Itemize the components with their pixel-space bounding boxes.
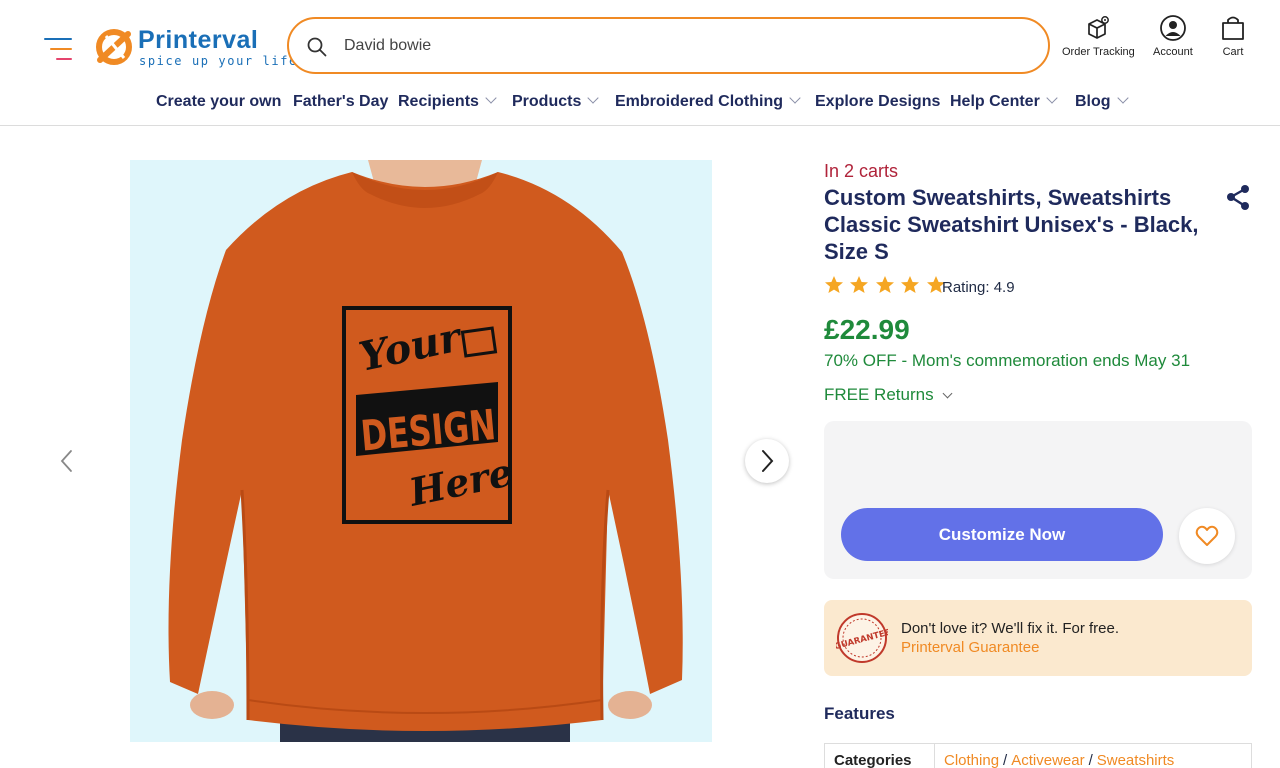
- nav-create-your-own[interactable]: Create your own: [156, 90, 281, 114]
- nav-label: Explore Designs: [815, 93, 941, 110]
- sweatshirt-image: Your DESIGN Here: [130, 160, 712, 742]
- free-returns-label: FREE Returns: [824, 385, 934, 404]
- chevron-down-icon: [587, 92, 600, 104]
- features-table: Categories Clothing / Activewear / Sweatshir…: [824, 743, 1252, 768]
- cart-label: Cart: [1222, 46, 1244, 58]
- search-bar[interactable]: [287, 17, 1050, 74]
- search-input[interactable]: [344, 33, 1024, 59]
- nav-label: Products: [512, 93, 582, 110]
- main-nav: Create your own Father's Day Recipients …: [0, 90, 1280, 116]
- promo-text: 70% OFF - Mom's commemoration ends May 3…: [824, 351, 1191, 370]
- star-icon: [901, 276, 920, 293]
- logo-tagline: spice up your life: [139, 54, 298, 68]
- product-image[interactable]: Your DESIGN Here: [130, 160, 712, 742]
- package-location-icon: [1088, 16, 1110, 39]
- nav-label: Recipients: [398, 93, 479, 110]
- nav-recipients[interactable]: Recipients: [398, 90, 497, 114]
- logo-mark-icon: [96, 29, 132, 65]
- chevron-down-icon: [1046, 92, 1058, 104]
- chevron-down-icon: [942, 388, 953, 399]
- category-link-activewear[interactable]: Activewear: [1011, 752, 1084, 768]
- product-title: Custom Sweatshirts, Sweatshirts Classic …: [824, 185, 1199, 264]
- star-rating: [824, 275, 947, 297]
- site-header: Printerval spice up your life Order Trac…: [0, 0, 1280, 126]
- share-icon[interactable]: [1224, 183, 1252, 211]
- guarantee-link[interactable]: Printerval Guarantee: [901, 639, 1039, 657]
- nav-blog[interactable]: Blog: [1075, 90, 1129, 114]
- chevron-left-icon: [60, 450, 72, 472]
- gallery-prev-button[interactable]: [56, 448, 80, 474]
- chevron-down-icon: [789, 92, 801, 104]
- nav-label: Embroidered Clothing: [615, 93, 783, 110]
- free-returns-toggle[interactable]: FREE Returns: [824, 385, 953, 405]
- logo[interactable]: Printerval spice up your life: [94, 26, 296, 70]
- category-link-sweatshirts[interactable]: Sweatshirts: [1097, 752, 1175, 768]
- shopping-bag-icon: [1222, 16, 1244, 40]
- cart-link[interactable]: Cart: [1219, 14, 1247, 58]
- order-tracking-label: Order Tracking: [1062, 46, 1135, 58]
- nav-help-center[interactable]: Help Center: [950, 90, 1058, 114]
- nav-products[interactable]: Products: [512, 90, 600, 114]
- nav-fathers-day[interactable]: Father's Day: [293, 90, 388, 114]
- guarantee-message: Don't love it? We'll fix it. For free.: [901, 620, 1120, 637]
- account-label: Account: [1153, 46, 1193, 58]
- menu-icon[interactable]: [44, 36, 74, 64]
- nav-label: Help Center: [950, 93, 1040, 110]
- breadcrumb-separator: /: [1088, 752, 1093, 768]
- account-link[interactable]: Account: [1153, 14, 1193, 58]
- breadcrumb-separator: /: [1003, 752, 1008, 768]
- product-price: £22.99: [824, 314, 910, 345]
- features-value-categories: Clothing / Activewear / Sweatshirts: [944, 752, 1174, 768]
- features-heading: Features: [824, 704, 895, 723]
- customize-now-button[interactable]: Customize Now: [841, 508, 1163, 561]
- in-carts-label: In 2 carts: [824, 161, 899, 181]
- nav-label: Blog: [1075, 93, 1111, 110]
- gallery-next-button[interactable]: [745, 439, 789, 483]
- cta-panel: Customize Now: [824, 421, 1252, 579]
- nav-label: Create your own: [156, 93, 282, 110]
- star-icon: [850, 276, 869, 293]
- rating-text: Rating: 4.9: [942, 279, 1015, 296]
- features-key-categories: Categories: [825, 744, 935, 768]
- search-icon[interactable]: [306, 36, 328, 58]
- chevron-right-icon: [762, 450, 774, 472]
- category-link-clothing[interactable]: Clothing: [944, 752, 999, 768]
- guarantee-badge-icon: GUARANTEE: [836, 613, 888, 663]
- wishlist-button[interactable]: [1179, 508, 1235, 564]
- logo-text: Printerval: [138, 26, 259, 54]
- nav-explore-designs[interactable]: Explore Designs: [815, 90, 940, 114]
- order-tracking-link[interactable]: Order Tracking: [1062, 14, 1135, 58]
- chevron-down-icon: [485, 92, 497, 104]
- chevron-down-icon: [1116, 92, 1129, 104]
- user-circle-icon: [1159, 15, 1186, 41]
- guarantee-banner: GUARANTEE Don't love it? We'll fix it. F…: [824, 600, 1252, 676]
- star-icon: [825, 276, 843, 293]
- heart-icon: [1195, 525, 1219, 546]
- star-icon: [875, 276, 894, 293]
- nav-embroidered-clothing[interactable]: Embroidered Clothing: [615, 90, 801, 114]
- nav-label: Father's Day: [293, 93, 389, 110]
